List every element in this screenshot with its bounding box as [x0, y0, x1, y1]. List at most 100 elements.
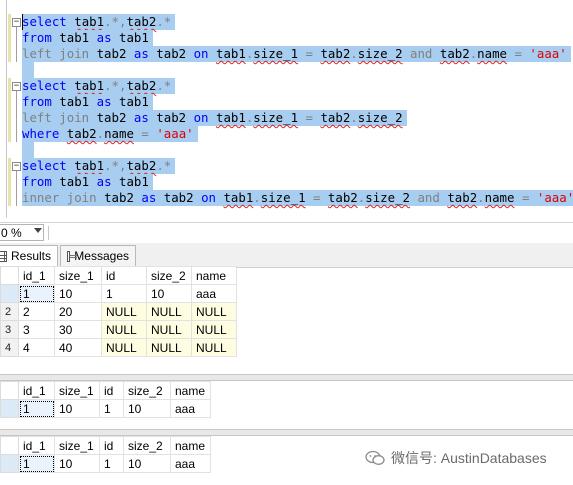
- empty-line[interactable]: [22, 142, 34, 158]
- row-header[interactable]: [0, 284, 19, 303]
- column-header[interactable]: id: [99, 436, 124, 455]
- column-header[interactable]: size_2: [146, 266, 192, 285]
- row-header[interactable]: 4: [0, 338, 19, 357]
- row-header[interactable]: [0, 399, 19, 418]
- code-line[interactable]: from tab1 as tab1: [22, 174, 153, 190]
- code-token: from: [22, 174, 52, 189]
- column-header[interactable]: id: [99, 381, 124, 400]
- code-token: as: [96, 174, 112, 189]
- column-header[interactable]: size_1: [54, 436, 100, 455]
- table-cell[interactable]: NULL: [191, 338, 237, 357]
- code-token: tab2: [126, 14, 157, 29]
- table-cell[interactable]: 10: [54, 454, 100, 473]
- corner-cell[interactable]: [0, 266, 19, 285]
- code-token: tab1: [51, 30, 97, 45]
- table-cell[interactable]: 10: [54, 399, 100, 418]
- table-cell[interactable]: 1: [99, 454, 124, 473]
- empty-line[interactable]: [22, 62, 34, 78]
- table-cell[interactable]: NULL: [146, 302, 192, 321]
- table-cell[interactable]: 10: [54, 284, 102, 303]
- code-token: name: [484, 190, 515, 205]
- column-header[interactable]: name: [170, 381, 211, 400]
- row-header[interactable]: 3: [0, 320, 19, 339]
- collapse-icon[interactable]: −: [12, 162, 21, 171]
- column-header[interactable]: id_1: [18, 436, 55, 455]
- code-token: tab2: [148, 110, 194, 125]
- code-token: .: [350, 46, 358, 61]
- table-cell[interactable]: NULL: [191, 302, 237, 321]
- result-grid[interactable]: id_1 size_1 id size_2 name 1 10 1 10 aaa: [0, 436, 211, 473]
- table-cell[interactable]: aaa: [170, 454, 211, 473]
- table-row[interactable]: 1 10 1 10 aaa: [0, 284, 237, 303]
- tab-results-label: Results: [10, 249, 51, 263]
- code-line[interactable]: select tab1.*,tab2.*: [22, 14, 176, 30]
- table-cell[interactable]: aaa: [191, 284, 237, 303]
- collapse-icon[interactable]: −: [12, 82, 21, 91]
- chevron-down-icon[interactable]: [34, 228, 42, 233]
- code-line[interactable]: select tab1.*,tab2.*: [22, 158, 176, 174]
- code-token: tab1: [51, 94, 97, 109]
- code-line[interactable]: left join tab2 as tab2 on tab1.size_1 = …: [22, 110, 407, 126]
- code-line[interactable]: where tab2.name = 'aaa': [22, 126, 198, 142]
- row-header[interactable]: 2: [0, 302, 19, 321]
- row-header[interactable]: [0, 454, 19, 473]
- sql-editor[interactable]: − select tab1.*,tab2.* from tab1 as tab1 le…: [0, 0, 573, 218]
- table-row[interactable]: 4 4 40 NULL NULL NULL: [0, 338, 237, 357]
- column-header[interactable]: id_1: [18, 266, 55, 285]
- collapse-icon[interactable]: −: [12, 18, 21, 27]
- result-grid[interactable]: id_1 size_1 id size_2 name 1 10 1 10 aaa 2 2 20 NULL N…: [0, 266, 237, 357]
- table-cell[interactable]: NULL: [101, 338, 147, 357]
- table-row[interactable]: 1 10 1 10 aaa: [0, 399, 211, 418]
- column-header[interactable]: name: [191, 266, 237, 285]
- table-cell[interactable]: 40: [54, 338, 102, 357]
- column-header[interactable]: size_2: [123, 436, 171, 455]
- table-cell[interactable]: 10: [123, 399, 171, 418]
- code-token: tab1: [215, 110, 246, 125]
- tab-results[interactable]: Results: [0, 245, 58, 266]
- table-cell[interactable]: NULL: [101, 302, 147, 321]
- code-token: select: [22, 158, 67, 173]
- pane-splitter[interactable]: [0, 374, 573, 381]
- column-header[interactable]: size_1: [54, 266, 102, 285]
- code-token: =: [507, 46, 530, 61]
- corner-cell[interactable]: [0, 436, 19, 455]
- table-cell[interactable]: NULL: [191, 320, 237, 339]
- table-cell[interactable]: 1: [18, 454, 55, 473]
- table-cell[interactable]: aaa: [170, 399, 211, 418]
- table-cell[interactable]: NULL: [146, 320, 192, 339]
- table-cell[interactable]: 10: [146, 284, 192, 303]
- column-header[interactable]: name: [170, 436, 211, 455]
- code-token: =: [298, 46, 321, 61]
- corner-cell[interactable]: [0, 381, 19, 400]
- table-cell[interactable]: 30: [54, 320, 102, 339]
- column-header[interactable]: id: [101, 266, 147, 285]
- column-header[interactable]: size_2: [123, 381, 171, 400]
- code-token: from: [22, 30, 52, 45]
- table-cell[interactable]: 20: [54, 302, 102, 321]
- table-cell[interactable]: 3: [18, 320, 55, 339]
- column-header[interactable]: size_1: [54, 381, 100, 400]
- table-row[interactable]: 3 3 30 NULL NULL NULL: [0, 320, 237, 339]
- table-cell[interactable]: NULL: [146, 338, 192, 357]
- table-cell[interactable]: 1: [18, 399, 55, 418]
- table-cell[interactable]: 2: [18, 302, 55, 321]
- column-header[interactable]: id_1: [18, 381, 55, 400]
- table-cell[interactable]: 4: [18, 338, 55, 357]
- table-cell[interactable]: 1: [18, 284, 55, 303]
- table-row[interactable]: 2 2 20 NULL NULL NULL: [0, 302, 237, 321]
- table-row[interactable]: 1 10 1 10 aaa: [0, 454, 211, 473]
- result-grid[interactable]: id_1 size_1 id size_2 name 1 10 1 10 aaa: [0, 381, 211, 418]
- table-cell[interactable]: 10: [123, 454, 171, 473]
- table-cell[interactable]: 1: [99, 399, 124, 418]
- code-line[interactable]: inner join tab2 as tab2 on tab1.size_1 =…: [22, 190, 573, 206]
- table-cell[interactable]: NULL: [101, 320, 147, 339]
- tab-messages[interactable]: Messages: [60, 245, 136, 266]
- messages-icon: [67, 250, 78, 262]
- code-line[interactable]: select tab1.*,tab2.*: [22, 78, 176, 94]
- code-token: inner join: [22, 190, 97, 205]
- code-line[interactable]: from tab1 as tab1: [22, 94, 153, 110]
- pane-splitter[interactable]: [0, 429, 573, 436]
- code-line[interactable]: left join tab2 as tab2 on tab1.size_1 = …: [22, 46, 571, 62]
- table-cell[interactable]: 1: [101, 284, 147, 303]
- code-line[interactable]: from tab1 as tab1: [22, 30, 153, 46]
